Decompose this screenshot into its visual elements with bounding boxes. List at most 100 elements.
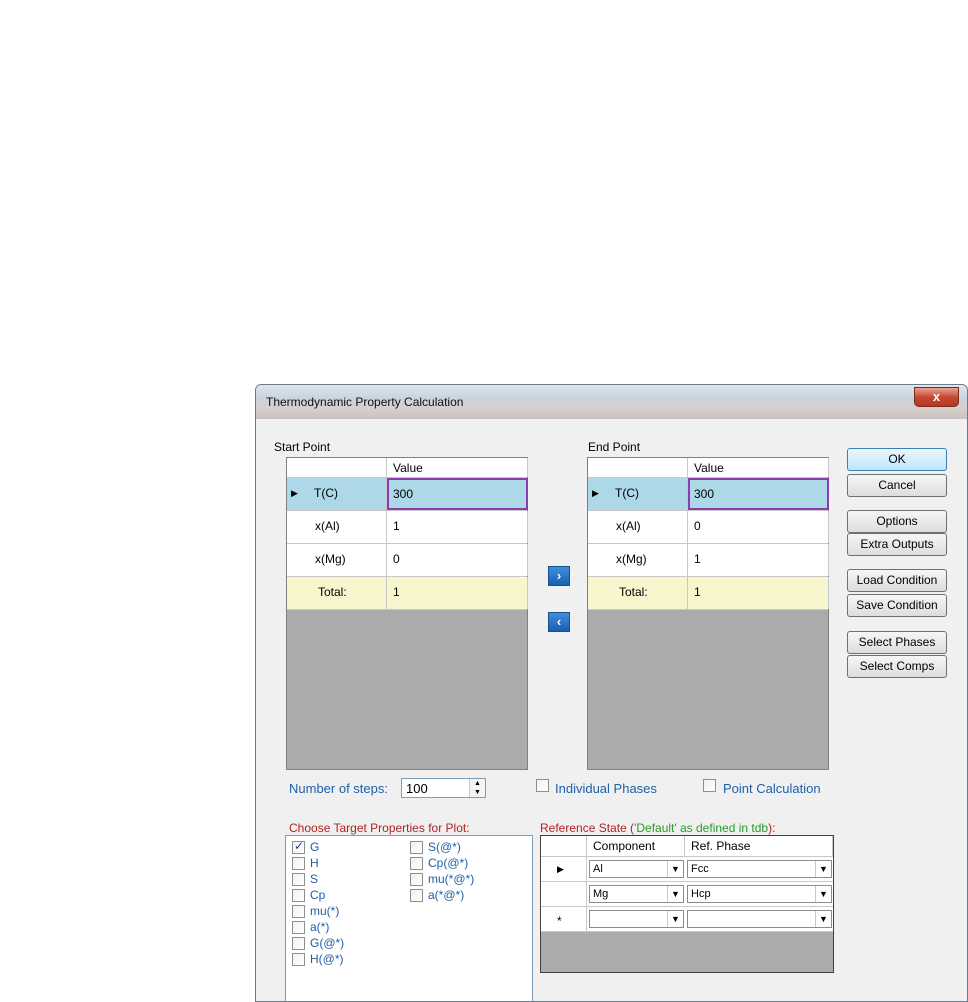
point-calculation-checkbox[interactable] [703, 779, 716, 792]
table-row[interactable]: x(Al) 0 [588, 511, 829, 544]
property-checkbox-h-at[interactable] [292, 953, 305, 966]
dropdown-arrow-icon: ▼ [815, 886, 831, 902]
value-cell[interactable]: 300 [387, 478, 528, 510]
property-label: S(@*) [428, 840, 461, 854]
table-row[interactable]: ▶ T(C) 300 [588, 478, 829, 511]
dropdown-arrow-icon: ▼ [667, 886, 683, 902]
close-button[interactable]: x [914, 387, 959, 407]
point-calculation-label: Point Calculation [723, 781, 821, 796]
table-row[interactable]: * ▼ ▼ [541, 907, 833, 932]
property-label: H(@*) [310, 952, 344, 966]
value-cell: 1 [387, 577, 528, 609]
row-pointer-icon: ▶ [541, 857, 587, 881]
save-condition-button[interactable]: Save Condition [847, 594, 947, 617]
ok-button[interactable]: OK [847, 448, 947, 471]
table-row[interactable]: x(Mg) 0 [287, 544, 528, 577]
reference-state-label: Reference State ('Default' as defined in… [540, 821, 776, 835]
property-checkbox-s[interactable] [292, 873, 305, 886]
property-label: a(*@*) [428, 888, 465, 902]
cancel-button[interactable]: Cancel [847, 474, 947, 497]
ref-phase-select[interactable]: Fcc ▼ [687, 860, 832, 878]
grid-header: Component Ref. Phase [541, 836, 833, 857]
table-row[interactable]: x(Al) 1 [287, 511, 528, 544]
table-row[interactable]: Mg ▼ Hcp ▼ [541, 882, 833, 907]
reference-state-grid[interactable]: Component Ref. Phase ▶ Al ▼ Fcc ▼ Mg ▼ Hcp ▼… [540, 835, 834, 973]
property-checkbox-h[interactable] [292, 857, 305, 870]
value-header: Value [688, 458, 829, 477]
ref-phase-select[interactable]: ▼ [687, 910, 832, 928]
ref-phase-header: Ref. Phase [685, 836, 833, 856]
load-condition-button[interactable]: Load Condition [847, 569, 947, 592]
property-label: G [310, 840, 320, 854]
steps-value: 100 [406, 781, 428, 796]
property-checkbox-cp-at[interactable] [410, 857, 423, 870]
dropdown-arrow-icon: ▼ [815, 861, 831, 877]
window-title: Thermodynamic Property Calculation [266, 395, 464, 409]
steps-label: Number of steps: [289, 781, 388, 796]
property-label: S [310, 872, 319, 886]
property-label: G(@*) [310, 936, 345, 950]
individual-phases-label: Individual Phases [555, 781, 657, 796]
spin-arrows-icon[interactable]: ▲ ▼ [469, 779, 485, 797]
property-checkbox-g[interactable]: ✓ [292, 839, 305, 854]
value-cell: 1 [688, 577, 829, 609]
copy-back-button[interactable]: ‹ [548, 612, 570, 632]
grid-header: Value [588, 458, 829, 478]
dropdown-arrow-icon: ▼ [815, 911, 831, 927]
value-cell[interactable]: 0 [688, 511, 829, 543]
select-comps-button[interactable]: Select Comps [847, 655, 947, 678]
end-point-grid[interactable]: Value ▶ T(C) 300 x(Al) 0 x(Mg) 1 Total: … [587, 457, 829, 770]
value-cell[interactable]: 0 [387, 544, 528, 576]
row-pointer-icon: ▶ [592, 488, 599, 498]
component-select[interactable]: Mg ▼ [589, 885, 684, 903]
row-name: x(Mg) [287, 544, 387, 576]
table-row[interactable]: ▶ T(C) 300 [287, 478, 528, 511]
row-name: x(Al) [287, 511, 387, 543]
row-name: Total: [287, 577, 387, 609]
property-checkbox-s-at[interactable] [410, 841, 423, 854]
value-cell[interactable]: 1 [688, 544, 829, 576]
target-properties-list[interactable]: ✓ G H S Cp mu(*) a(*) G(@*) H(@*) S(@*) … [285, 835, 533, 1001]
row-name: x(Al) [588, 511, 688, 543]
property-checkbox-mu[interactable] [292, 905, 305, 918]
value-cell[interactable]: 300 [688, 478, 829, 510]
ref-phase-select[interactable]: Hcp ▼ [687, 885, 832, 903]
title-bar[interactable]: Thermodynamic Property Calculation x [256, 385, 967, 419]
options-button[interactable]: Options [847, 510, 947, 533]
total-row: Total: 1 [588, 577, 829, 610]
dialog-client: Start Point Value ▶ T(C) 300 x(Al) 1 x(M… [263, 419, 960, 1001]
property-label: a(*) [310, 920, 330, 934]
end-point-label: End Point [588, 440, 641, 454]
extra-outputs-button[interactable]: Extra Outputs [847, 533, 947, 556]
value-header: Value [387, 458, 528, 477]
component-select[interactable]: Al ▼ [589, 860, 684, 878]
property-checkbox-g-at[interactable] [292, 937, 305, 950]
table-row[interactable]: ▶ Al ▼ Fcc ▼ [541, 857, 833, 882]
individual-phases-checkbox[interactable] [536, 779, 549, 792]
component-select[interactable]: ▼ [589, 910, 684, 928]
dropdown-arrow-icon: ▼ [667, 911, 683, 927]
property-checkbox-a[interactable] [292, 921, 305, 934]
property-label: mu(*@*) [428, 872, 475, 886]
start-point-label: Start Point [274, 440, 331, 454]
property-checkbox-cp[interactable] [292, 889, 305, 902]
select-phases-button[interactable]: Select Phases [847, 631, 947, 654]
property-label: Cp [310, 888, 326, 902]
value-cell[interactable]: 1 [387, 511, 528, 543]
copy-forward-button[interactable]: › [548, 566, 570, 586]
row-name: T(C) [615, 486, 639, 500]
property-checkbox-mu-at[interactable] [410, 873, 423, 886]
total-row: Total: 1 [287, 577, 528, 610]
component-header: Component [587, 836, 685, 856]
table-row[interactable]: x(Mg) 1 [588, 544, 829, 577]
dropdown-arrow-icon: ▼ [667, 861, 683, 877]
property-label: mu(*) [310, 904, 340, 918]
property-label: H [310, 856, 319, 870]
grid-header: Value [287, 458, 528, 478]
dialog-window: Thermodynamic Property Calculation x Sta… [255, 384, 968, 1002]
checkmark-icon: ✓ [294, 839, 305, 853]
property-checkbox-a-at[interactable] [410, 889, 423, 902]
steps-spinner[interactable]: 100 ▲ ▼ [401, 778, 486, 798]
start-point-grid[interactable]: Value ▶ T(C) 300 x(Al) 1 x(Mg) 0 Total: … [286, 457, 528, 770]
property-label: Cp(@*) [428, 856, 469, 870]
